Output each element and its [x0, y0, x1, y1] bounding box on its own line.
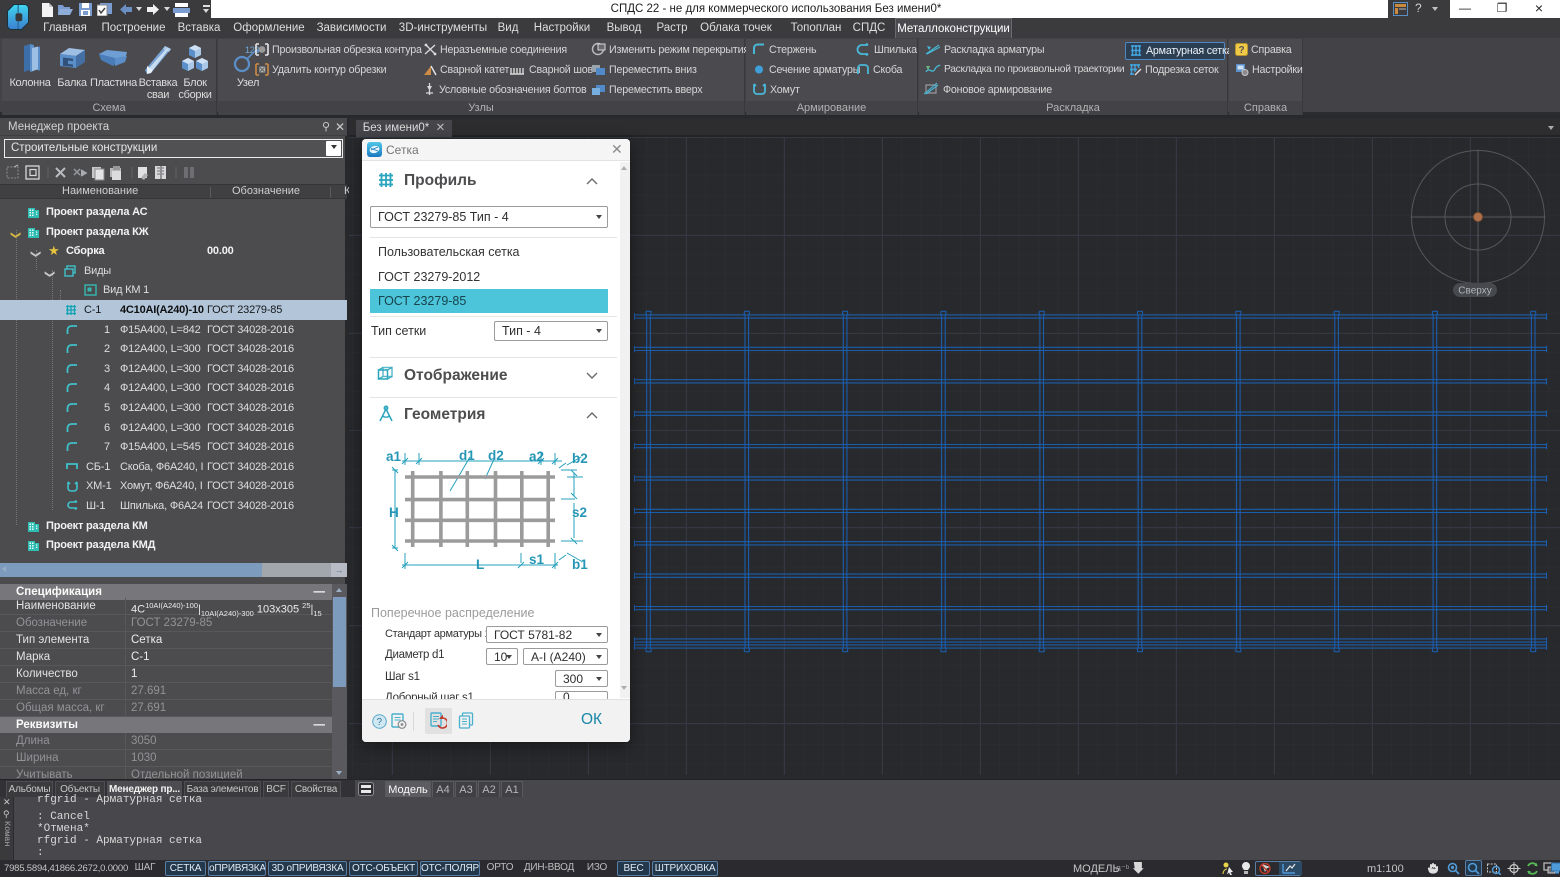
svg-text:Сверху: Сверху — [1458, 286, 1491, 297]
svg-text:?: ? — [377, 717, 383, 728]
svg-text:?: ? — [1239, 45, 1245, 56]
svg-text:a2: a2 — [529, 449, 544, 464]
svg-text:s1: s1 — [529, 552, 545, 567]
svg-text:L: L — [476, 557, 484, 572]
svg-text:d2: d2 — [488, 448, 504, 463]
svg-text:s2: s2 — [572, 505, 587, 520]
svg-text:H: H — [389, 505, 399, 520]
svg-text:b1: b1 — [572, 557, 588, 572]
svg-text:a1: a1 — [386, 449, 402, 464]
svg-text:d1: d1 — [459, 448, 475, 463]
svg-text:b2: b2 — [572, 451, 588, 466]
